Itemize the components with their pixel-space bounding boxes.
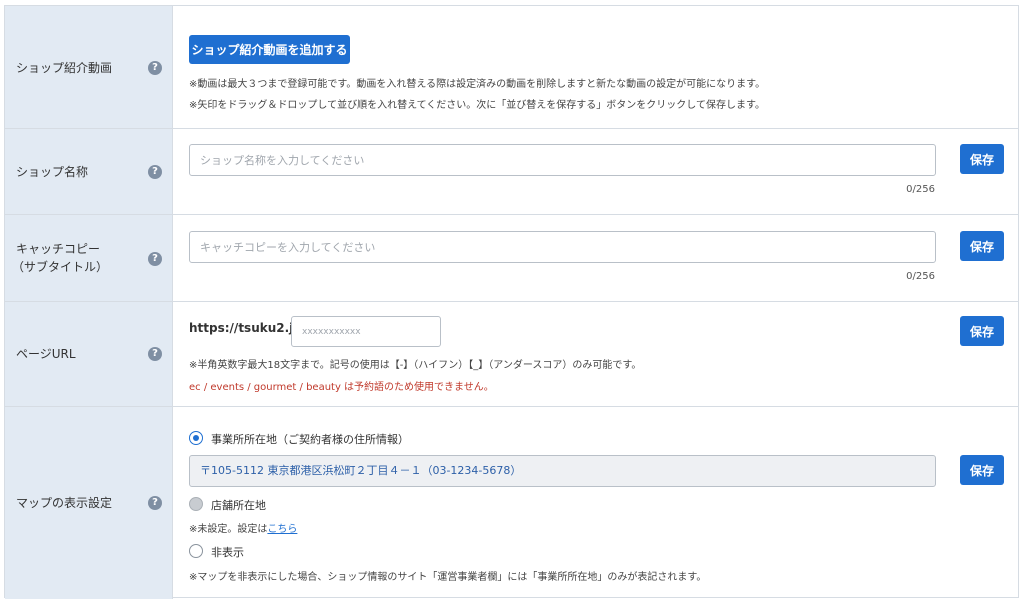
help-icon[interactable]: ?	[148, 165, 162, 179]
store-unset-note-text: ※未設定。設定は	[189, 524, 268, 535]
page-url-label: ページURL	[16, 347, 76, 361]
radio-hide-map[interactable]	[189, 544, 203, 558]
shop-name-counter: 0/256	[906, 184, 935, 195]
help-icon[interactable]: ?	[148, 347, 162, 361]
catchcopy-save-button[interactable]: 保存	[960, 231, 1004, 261]
catchcopy-label-line2: （サブタイトル）	[12, 260, 109, 274]
row-label-cell: ショップ名称 ?	[5, 129, 173, 214]
map-setting-label: マップの表示設定	[16, 496, 113, 510]
page-url-input[interactable]	[291, 316, 441, 347]
help-icon[interactable]: ?	[148, 496, 162, 510]
shop-video-label: ショップ紹介動画	[16, 61, 113, 75]
catchcopy-counter: 0/256	[906, 271, 935, 282]
row-page-url: ページURL ? https://tsuku2.jp/ ※半角英数字最大18文字…	[5, 302, 1018, 407]
radio-office-address[interactable]	[189, 431, 203, 445]
video-limit-note: ※動画は最大３つまで登録可能です。動画を入れ替える際は設定済みの動画を削除します…	[189, 79, 766, 90]
radio-store-address-label[interactable]: 店舗所在地	[211, 497, 266, 513]
reserved-words-warning: ec / events / gourmet / beauty は予約語のため使用…	[189, 382, 494, 393]
store-unset-note: ※未設定。設定はこちら	[189, 520, 297, 535]
radio-hide-map-label[interactable]: 非表示	[211, 544, 244, 560]
radio-store-address[interactable]	[189, 497, 203, 511]
url-rule-note: ※半角英数字最大18文字まで。記号の使用は【-】（ハイフン）【_】（アンダースコ…	[189, 360, 642, 371]
catchcopy-label-line1: キャッチコピー	[16, 242, 101, 256]
row-label-cell: ページURL ?	[5, 302, 173, 406]
shop-name-label: ショップ名称	[16, 165, 89, 179]
row-label-cell: マップの表示設定 ?	[5, 407, 173, 599]
map-setting-save-button[interactable]: 保存	[960, 455, 1004, 485]
row-catchcopy: キャッチコピー （サブタイトル） ? 0/256 保存	[5, 215, 1018, 302]
help-icon[interactable]: ?	[148, 252, 162, 266]
radio-office-address-label[interactable]: 事業所所在地（ご契約者様の住所情報）	[211, 431, 409, 447]
settings-form: ショップ紹介動画 ? ショップ紹介動画を追加する ※動画は最大３つまで登録可能で…	[4, 5, 1019, 599]
store-settings-link[interactable]: こちら	[267, 524, 297, 535]
page-url-save-button[interactable]: 保存	[960, 316, 1004, 346]
row-shop-video: ショップ紹介動画 ? ショップ紹介動画を追加する ※動画は最大３つまで登録可能で…	[5, 6, 1018, 129]
help-icon[interactable]: ?	[148, 61, 162, 75]
row-map-setting: マップの表示設定 ? 事業所所在地（ご契約者様の住所情報） 〒105-5112 …	[5, 407, 1018, 599]
hide-map-note: ※マップを非表示にした場合、ショップ情報のサイト「運営事業者欄」には「事業所所在…	[189, 572, 707, 583]
shop-name-input[interactable]	[189, 144, 936, 176]
row-shop-name: ショップ名称 ? 0/256 保存	[5, 129, 1018, 215]
catchcopy-input[interactable]	[189, 231, 936, 263]
row-label-cell: ショップ紹介動画 ?	[5, 6, 173, 128]
shop-name-save-button[interactable]: 保存	[960, 144, 1004, 174]
office-address-display: 〒105-5112 東京都港区浜松町２丁目４－１（03-1234-5678）	[189, 455, 936, 487]
url-prefix: https://tsuku2.jp/	[189, 321, 307, 335]
video-reorder-note: ※矢印をドラッグ＆ドロップして並び順を入れ替えてください。次に「並び替えを保存す…	[189, 100, 765, 111]
add-shop-video-button[interactable]: ショップ紹介動画を追加する	[189, 35, 350, 64]
row-label-cell: キャッチコピー （サブタイトル） ?	[5, 215, 173, 301]
